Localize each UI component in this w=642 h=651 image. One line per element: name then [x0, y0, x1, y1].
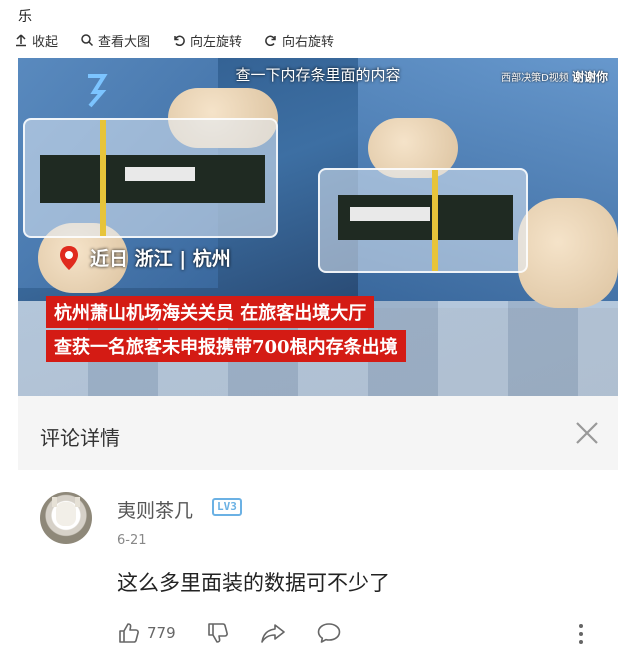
avatar[interactable]: [40, 492, 92, 544]
image-toolbar: 收起 查看大图 向左旋转 向右旋转: [14, 30, 356, 50]
thumbs-up-icon: [119, 623, 139, 643]
collapse-icon: [16, 34, 26, 47]
watermark-tag: 谢谢你: [571, 70, 608, 84]
headline-line-1: 杭州萧山机场海关关员 在旅客出境大厅: [46, 296, 375, 328]
collapse-label: 收起: [32, 34, 59, 50]
comment-panel-title: 评论详情: [40, 426, 120, 450]
window-title: 乐: [18, 9, 32, 25]
share-icon: [260, 624, 285, 643]
more-options-icon[interactable]: [576, 622, 586, 646]
like-button[interactable]: 779: [117, 621, 176, 645]
ram-box-left: [23, 118, 278, 238]
ram-box-right: [318, 168, 528, 273]
share-button[interactable]: [260, 621, 286, 645]
rotate-left-button[interactable]: 向左旋转: [172, 31, 242, 50]
location-pin-icon: [60, 245, 78, 270]
thumbs-down-icon: [207, 623, 228, 643]
comment-panel-header: 评论详情: [18, 396, 618, 470]
collapse-button[interactable]: 收起: [14, 31, 58, 50]
rotate-left-icon: [174, 35, 185, 46]
comment-text: 这么多里面装的数据可不少了: [117, 571, 390, 595]
comment-date: 6-21: [117, 533, 147, 548]
location-text: 近日 浙江 | 杭州: [90, 248, 231, 270]
view-large-label: 查看大图: [98, 34, 151, 50]
rotate-right-label: 向右旋转: [282, 34, 335, 50]
level-badge: LV3: [212, 498, 242, 516]
glove-right: [518, 198, 618, 308]
watermark-text: 西部决策D视频: [501, 73, 569, 84]
dislike-button[interactable]: [206, 621, 230, 645]
magnifier-icon: [81, 34, 94, 47]
view-large-button[interactable]: 查看大图: [80, 31, 150, 50]
headline-line-2: 查获一名旅客未申报携带700根内存条出境: [46, 330, 406, 362]
video-frame-image[interactable]: 查一下内存条里面的内容 西部决策D视频 谢谢你 近日 浙江 | 杭州 杭州萧山机…: [18, 58, 618, 396]
comment-bubble-icon: [317, 623, 340, 643]
rotate-left-label: 向左旋转: [190, 34, 243, 50]
video-watermark: 西部决策D视频 谢谢你: [501, 68, 608, 85]
rotate-right-button[interactable]: 向右旋转: [264, 31, 334, 50]
rotate-right-icon: [265, 35, 276, 46]
close-icon[interactable]: [574, 420, 600, 446]
channel-logo: [76, 70, 116, 120]
comment-username[interactable]: 夷则茶几: [117, 496, 193, 523]
like-count: 779: [147, 624, 176, 642]
location-tag: 近日 浙江 | 杭州: [58, 244, 231, 271]
reply-button[interactable]: [316, 621, 342, 645]
comment-actions: 779: [117, 620, 372, 646]
